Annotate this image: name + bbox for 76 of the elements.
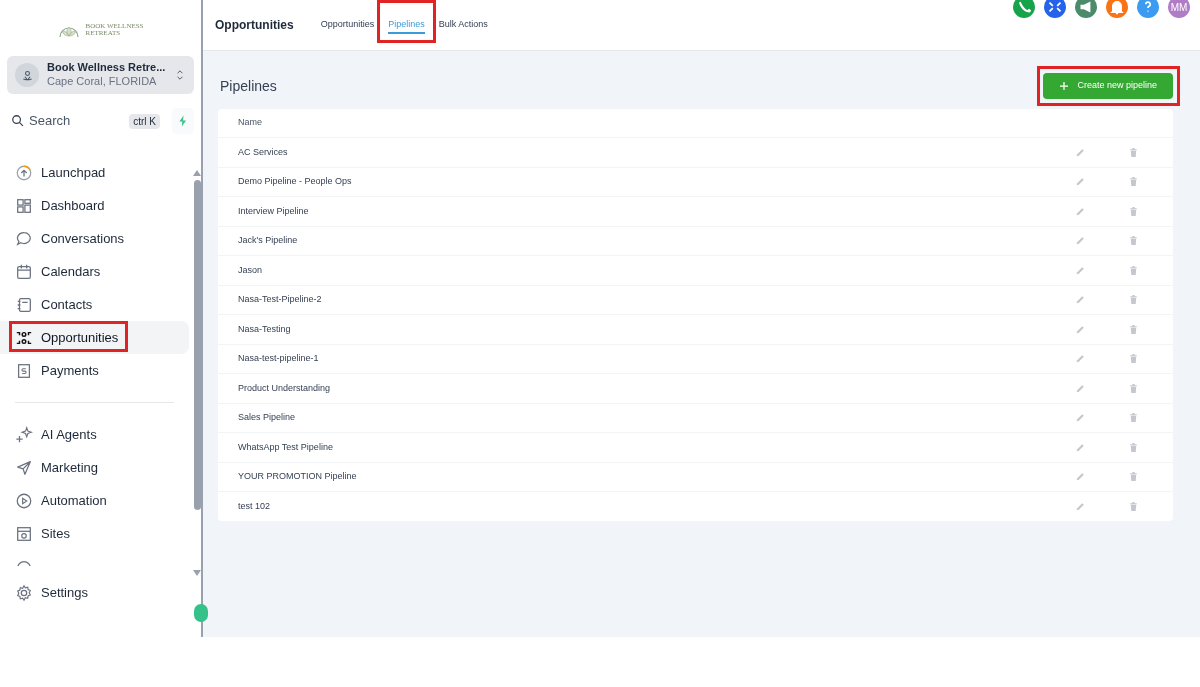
sidebar-item[interactable]: Dashboard <box>0 189 189 222</box>
page-title: Opportunities <box>215 17 294 34</box>
location-pin-icon <box>20 68 34 82</box>
table-cell-text: Product Understanding <box>238 381 332 395</box>
table-cell-text: Sales Pipeline <box>238 411 297 424</box>
trash-icon[interactable] <box>1128 500 1139 512</box>
trash-icon[interactable] <box>1128 382 1139 394</box>
chat-icon <box>15 229 33 248</box>
column-header: Name <box>238 116 262 130</box>
table-cell-text: AC Services <box>238 145 289 159</box>
megaphone-icon[interactable] <box>1075 0 1097 18</box>
tab[interactable]: Opportunities <box>313 10 382 40</box>
sidebar-item[interactable]: Launchpad <box>0 156 189 189</box>
plus-icon <box>1059 81 1070 91</box>
pencil-icon[interactable] <box>1075 471 1086 483</box>
bell-icon[interactable] <box>1106 0 1128 18</box>
trash-icon[interactable] <box>1128 471 1139 483</box>
table-cell-text: Nasa-test-pipeline-1 <box>238 352 320 365</box>
pencil-icon[interactable] <box>1075 235 1086 247</box>
account-name: Book Wellness Retre... <box>47 61 166 75</box>
table-cell-text: test 102 <box>238 499 272 513</box>
sidebar-item[interactable]: Contacts <box>0 288 189 321</box>
trash-icon[interactable] <box>1128 264 1139 276</box>
sidebar-item[interactable]: Payments <box>0 354 189 387</box>
sidebar-item[interactable]: Conversations <box>0 222 189 255</box>
help-icon[interactable] <box>1137 0 1159 18</box>
table-cell-text: YOUR PROMOTION Pipeline <box>238 470 358 483</box>
send-icon <box>15 458 33 477</box>
settings-icon <box>15 583 33 602</box>
pencil-icon[interactable] <box>1075 353 1086 365</box>
trash-icon[interactable] <box>1128 235 1139 247</box>
contacts-icon <box>15 295 33 314</box>
trash-icon[interactable] <box>1128 176 1139 188</box>
table-cell-text: Nasa-Test-Pipeline-2 <box>238 293 323 306</box>
search-field[interactable]: Search <box>29 111 126 131</box>
table-cell-text: Interview Pipeline <box>238 204 310 218</box>
section-title: Pipelines <box>219 76 277 96</box>
pencil-icon[interactable] <box>1075 412 1086 424</box>
play-icon <box>15 491 33 510</box>
sidebar-item[interactable]: AI Agents <box>0 418 189 451</box>
trash-icon[interactable] <box>1128 441 1139 453</box>
payments-icon <box>15 361 33 380</box>
tab[interactable]: Bulk Actions <box>431 10 495 40</box>
trash-icon[interactable] <box>1128 323 1139 335</box>
dashboard-icon <box>15 196 33 215</box>
trash-icon[interactable] <box>1128 412 1139 424</box>
account-location: Cape Coral, FLORIDA <box>47 75 158 89</box>
sidebar-item[interactable]: Calendars <box>0 255 189 288</box>
sidebar-item[interactable]: Automation <box>0 484 189 517</box>
pencil-icon[interactable] <box>1075 176 1086 188</box>
shortcut-badge: ctrl K <box>129 113 160 129</box>
search-icon <box>11 114 25 128</box>
sites-icon <box>15 524 33 543</box>
table-cell-text: WhatsApp Test Pipeline <box>238 440 334 454</box>
table-cell-text: Jack's Pipeline <box>238 234 299 247</box>
trash-icon[interactable] <box>1128 353 1139 365</box>
pencil-icon[interactable] <box>1075 294 1086 306</box>
account-switcher[interactable]: Book Wellness Retre... Cape Coral, FLORIDA <box>7 56 194 94</box>
trash-icon[interactable] <box>1128 146 1139 158</box>
trash-icon[interactable] <box>1128 294 1139 306</box>
sidebar-item[interactable]: Marketing <box>0 451 189 484</box>
table-cell-text: Nasa-Testing <box>238 322 292 336</box>
phone-icon[interactable] <box>1013 0 1035 18</box>
quick-action-button[interactable] <box>172 108 194 134</box>
chevron-up-down-icon <box>174 68 186 82</box>
table-cell-text: Jason <box>238 263 264 277</box>
collapse-handle[interactable] <box>194 604 208 622</box>
sparkle-icon <box>15 425 33 444</box>
sidebar-item[interactable]: Sites <box>0 517 189 550</box>
network-icon[interactable] <box>1044 0 1066 18</box>
trash-icon[interactable] <box>1128 205 1139 217</box>
launchpad-icon <box>15 163 33 182</box>
sidebar-item[interactable]: Settings <box>0 576 201 609</box>
lightning-icon <box>177 114 189 128</box>
table-cell-text: Demo Pipeline - People Ops <box>238 175 353 188</box>
calendar-icon <box>15 262 33 281</box>
